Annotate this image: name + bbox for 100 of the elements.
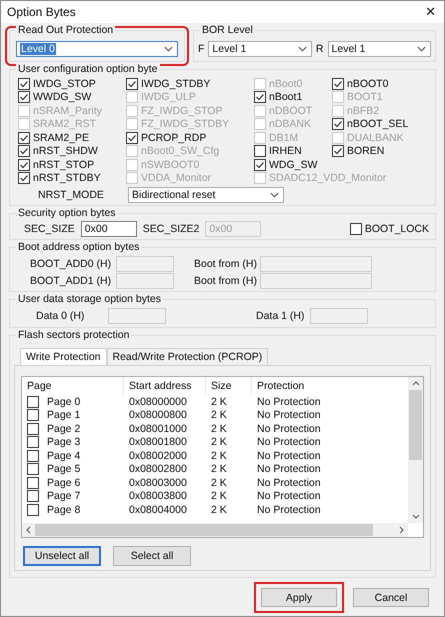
check-icon bbox=[333, 146, 343, 156]
page-checkbox[interactable]: Page 6 bbox=[22, 476, 124, 489]
table-cell-text: 2 K bbox=[210, 436, 228, 448]
table-cell-text: 0x08001800 bbox=[128, 436, 188, 448]
page-checkbox[interactable]: Page 7 bbox=[22, 490, 124, 502]
table-cell-text: No Protection bbox=[256, 450, 322, 462]
table-cell-text: 0x08000000 bbox=[128, 396, 188, 408]
scroll-left-icon[interactable] bbox=[26, 526, 31, 534]
check-icon bbox=[255, 92, 265, 102]
option-checkbox[interactable]: nBOOT0 bbox=[332, 77, 429, 90]
option-checkbox[interactable]: IRHEN bbox=[254, 144, 332, 158]
data-field[interactable] bbox=[310, 308, 368, 324]
chevron-down-icon bbox=[417, 46, 426, 52]
table-cell-text: No Protection bbox=[256, 409, 322, 422]
option-checkbox[interactable]: nRST_SHDW bbox=[18, 144, 126, 158]
column-header[interactable]: Start address bbox=[124, 377, 206, 395]
nrst-mode-dropdown[interactable]: Bidirectional reset bbox=[128, 187, 284, 203]
check-icon bbox=[255, 160, 265, 170]
table-cell-text: No Protection bbox=[256, 504, 322, 516]
page-checkbox[interactable]: Page 4 bbox=[22, 450, 124, 462]
table-cell-text: 0x08000800 bbox=[128, 409, 188, 422]
check-icon bbox=[19, 78, 29, 89]
chevron-down-icon bbox=[298, 46, 307, 52]
boot-lock-checkbox[interactable]: BOOT_LOCK bbox=[350, 222, 429, 236]
field-label: Data 1 (H) bbox=[256, 310, 304, 322]
option-checkbox[interactable]: IWDG_STDBY bbox=[126, 77, 254, 90]
option-checkbox[interactable]: SRAM2_PE bbox=[18, 131, 126, 144]
data-field[interactable] bbox=[108, 308, 166, 324]
field-label: SEC_SIZE bbox=[24, 223, 75, 235]
table-cell-text: 2 K bbox=[210, 504, 228, 516]
select-button[interactable]: Select all bbox=[113, 546, 191, 566]
column-header[interactable]: Size bbox=[206, 377, 252, 395]
option-checkbox[interactable]: BOREN bbox=[332, 144, 429, 158]
page-checkbox[interactable]: Page 2 bbox=[22, 422, 124, 435]
address-field[interactable] bbox=[116, 256, 174, 272]
chevron-down-icon bbox=[164, 46, 173, 52]
column-header[interactable]: Page bbox=[22, 377, 124, 395]
select-button[interactable]: Unselect all bbox=[23, 546, 101, 566]
level-dropdown[interactable]: Level 1 bbox=[328, 41, 432, 57]
table-cell-text: 0x08003000 bbox=[128, 476, 188, 489]
scroll-right-icon[interactable] bbox=[399, 526, 404, 534]
table-cell-text: 0x08002000 bbox=[128, 450, 188, 462]
option-checkbox[interactable]: WDG_SW bbox=[254, 158, 332, 172]
tab[interactable]: Write Protection bbox=[20, 348, 106, 365]
page-checkbox[interactable]: Page 1 bbox=[22, 409, 124, 422]
table-cell-text: 2 K bbox=[210, 476, 228, 489]
table-cell-text: No Protection bbox=[256, 422, 322, 435]
check-icon bbox=[19, 160, 29, 170]
table-cell-text: No Protection bbox=[256, 490, 322, 502]
field-label: Boot from (H) bbox=[193, 258, 258, 270]
page-checkbox[interactable]: Page 3 bbox=[22, 436, 124, 448]
option-checkbox[interactable]: nBoot1 bbox=[254, 90, 332, 104]
option-checkbox[interactable]: PCROP_RDP bbox=[126, 131, 254, 144]
level-dropdown[interactable]: Level 1 bbox=[208, 41, 312, 57]
page-checkbox[interactable]: Page 0 bbox=[22, 396, 124, 408]
tab[interactable]: Read/Write Protection (PCROP) bbox=[106, 348, 268, 365]
table-cell-text: 0x08001000 bbox=[128, 422, 188, 435]
option-checkbox[interactable]: nRST_STDBY bbox=[18, 172, 126, 185]
level-dropdown[interactable]: Level 0 bbox=[16, 41, 178, 57]
table-cell-text: 2 K bbox=[210, 490, 228, 502]
vertical-scrollbar[interactable] bbox=[408, 377, 423, 523]
close-button[interactable]: ✕ bbox=[421, 4, 440, 20]
field-label: F bbox=[198, 43, 204, 55]
field-label: BOOT_ADD1 (H) bbox=[29, 274, 112, 286]
check-icon bbox=[127, 78, 137, 89]
table-cell-text: No Protection bbox=[256, 396, 322, 408]
scroll-up-icon[interactable] bbox=[412, 381, 420, 386]
option-checkbox[interactable]: WWDG_SW bbox=[18, 90, 126, 104]
dialog-button[interactable]: Cancel bbox=[353, 588, 429, 607]
group-title: Boot address option bytes bbox=[16, 241, 142, 254]
page-checkbox[interactable]: Page 8 bbox=[22, 504, 124, 516]
check-icon bbox=[333, 78, 343, 89]
option-checkbox[interactable]: nBOOT_SEL bbox=[332, 118, 429, 131]
group-title: Flash sectors protection bbox=[16, 329, 132, 342]
boot-from-field[interactable] bbox=[260, 256, 372, 272]
check-icon bbox=[127, 132, 137, 143]
boot-from-field[interactable] bbox=[260, 272, 372, 288]
sec-size-field[interactable]: 0x00 bbox=[80, 221, 137, 237]
table-cell-text: 2 K bbox=[210, 396, 228, 408]
group-title: Security option bytes bbox=[16, 207, 118, 220]
field-label: NRST_MODE bbox=[37, 189, 105, 201]
check-icon bbox=[19, 146, 29, 156]
check-icon bbox=[19, 132, 29, 143]
column-header[interactable]: Protection bbox=[252, 377, 382, 395]
group-title: User configuration option byte bbox=[16, 63, 160, 76]
table-cell-text: 0x08004000 bbox=[128, 504, 188, 516]
dialog-button[interactable]: Apply bbox=[261, 588, 337, 607]
table-cell-text: No Protection bbox=[256, 436, 322, 448]
table-cell-text: 2 K bbox=[210, 409, 228, 422]
check-icon bbox=[19, 173, 29, 184]
field-label: SEC_SIZE2 bbox=[142, 223, 200, 235]
field-label: Boot from (H) bbox=[193, 274, 258, 286]
option-checkbox[interactable]: nRST_STOP bbox=[18, 158, 126, 172]
horizontal-scrollbar[interactable] bbox=[22, 523, 408, 537]
check-icon bbox=[19, 92, 29, 102]
scroll-down-icon[interactable] bbox=[412, 514, 420, 519]
address-field[interactable] bbox=[116, 272, 174, 288]
table-cell-text: 2 K bbox=[210, 422, 228, 435]
option-checkbox[interactable]: IWDG_STOP bbox=[18, 77, 126, 90]
page-checkbox[interactable]: Page 5 bbox=[22, 463, 124, 476]
